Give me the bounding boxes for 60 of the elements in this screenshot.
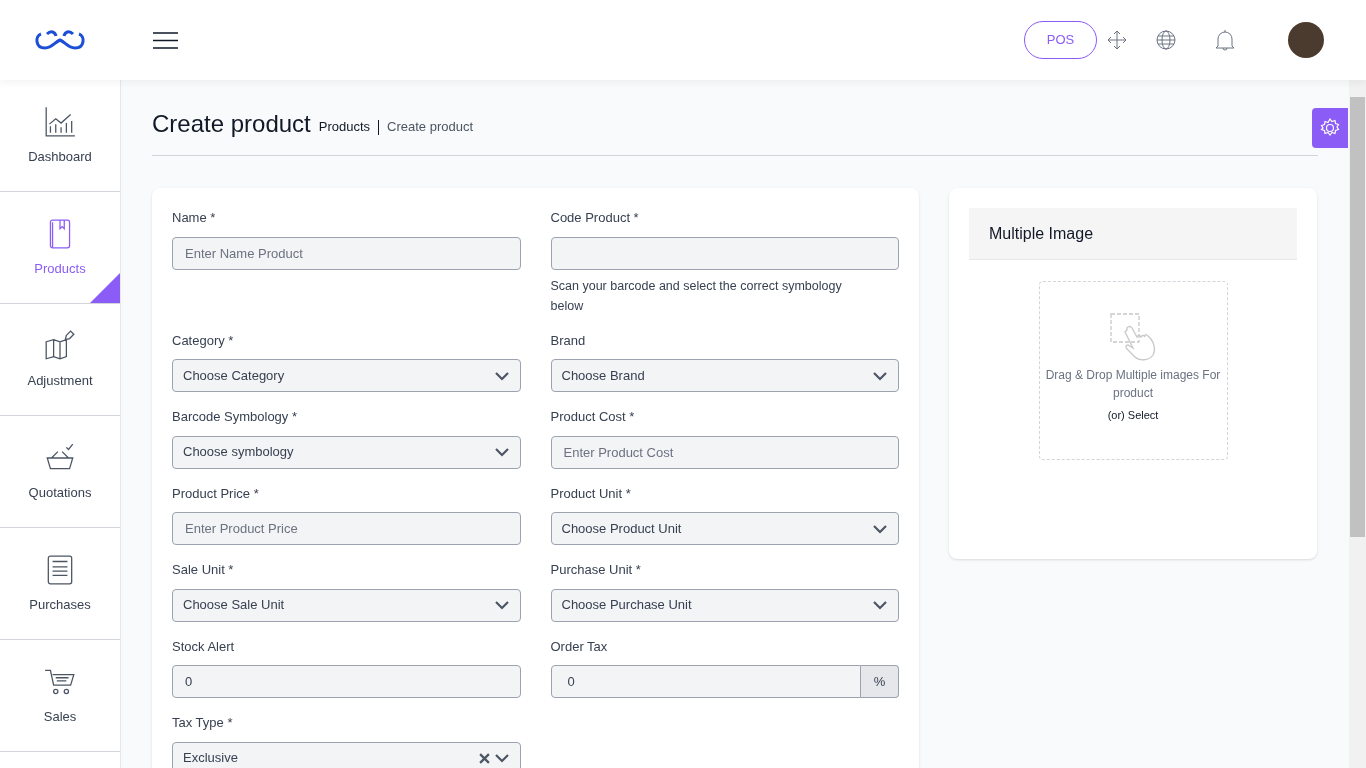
drop-instructions: Drag & Drop Multiple images For product [1044,367,1222,402]
menu-icon[interactable] [153,31,178,49]
select-value: Choose Purchase Unit [561,596,692,615]
field-label: Name * [172,209,217,227]
field-label: Product Cost * [550,408,636,426]
input-field[interactable]: 0 [172,665,521,698]
input-field[interactable]: Enter Name Product [172,236,521,270]
help-text: Scan your barcode and select the correct symbology below [550,277,843,315]
clear-icon[interactable] [478,752,490,764]
sidebar-item[interactable]: Adjustment [0,304,120,416]
fullscreen-arrows-icon[interactable] [1107,30,1127,50]
sidebar-item[interactable]: Purchases [0,528,120,640]
select-value: Choose Sale Unit [183,596,285,615]
select-field[interactable]: Choose symbology [172,435,521,469]
field-label: Category * [172,331,235,350]
bar-chart-icon [43,104,77,139]
corner-triangle-icon [90,273,120,303]
select-link[interactable]: (or) Select [1107,407,1159,424]
select-field[interactable]: Exclusive [172,741,521,768]
select-value: Exclusive [183,749,238,768]
select-field[interactable]: Choose Brand [550,359,899,392]
sidebar-item[interactable]: Dashboard [0,80,120,192]
settings-button[interactable] [1312,108,1348,148]
select-value: Choose Category [183,366,285,385]
field-label: Sale Unit * [172,561,235,579]
field-label: Product Unit * [550,484,632,503]
field-label: Stock Alert [172,637,236,656]
scrollbar[interactable] [1349,80,1366,768]
settings-icon [1320,118,1340,138]
breadcrumb-link[interactable]: Create product [387,116,474,136]
field-label: Purchase Unit * [550,561,642,579]
select-field[interactable]: Choose Sale Unit [172,588,521,622]
card-title: Multiple Image [989,223,1094,244]
globe-icon[interactable] [1156,30,1176,50]
sidebar-item[interactable]: Sales [0,640,120,752]
field-label: Tax Type * [172,714,234,732]
avatar[interactable] [1288,22,1324,58]
breadcrumb-link[interactable]: Products [318,116,371,136]
field-label: Product Price * [172,484,260,503]
select-field[interactable]: Choose Purchase Unit [550,588,899,622]
field-label: Barcode Symbology * [172,408,298,426]
bell-icon[interactable] [1214,29,1236,51]
select-field[interactable]: Choose Product Unit [550,512,899,545]
infinity-logo-icon[interactable] [33,28,87,52]
sidebar-item[interactable]: Products [0,192,120,304]
input-field[interactable]: 0 [550,665,861,698]
input-field[interactable]: Enter Product Cost [550,435,899,469]
page-title: Create product [152,110,311,138]
field-label: Order Tax [550,637,609,656]
percent-addon: % [861,665,899,698]
select-value: Choose symbology [183,443,294,462]
select-value: Choose Product Unit [561,519,682,538]
input-field[interactable]: Enter Product Price [172,512,521,545]
select-value: Choose Brand [561,366,645,385]
field-label: Code Product * [550,209,640,227]
select-field[interactable]: Choose Category [172,359,521,392]
field-label: Brand [550,331,587,350]
sidebar-item[interactable]: Quotations [0,416,120,528]
drop-zone[interactable]: Drag & Drop Multiple images For product (or) Select [1038,281,1228,460]
input-field[interactable] [550,236,899,270]
